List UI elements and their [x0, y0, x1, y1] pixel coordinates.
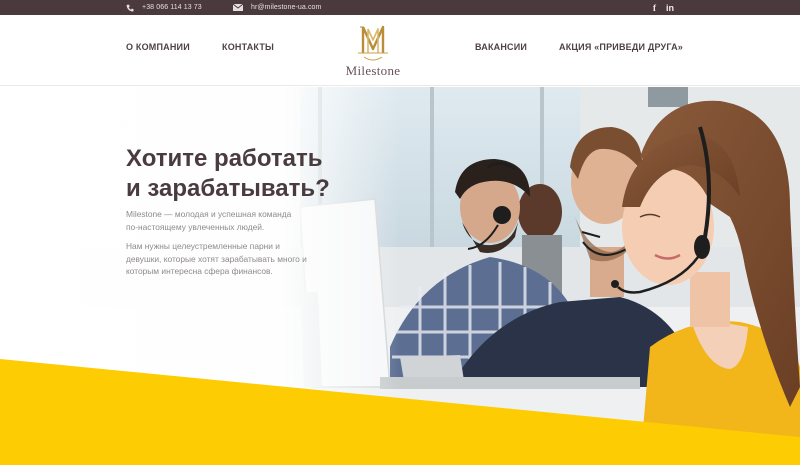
mail-icon: [233, 4, 243, 11]
hero-intro-text: Milestone — молодая и успешная команда п…: [126, 208, 341, 233]
hero-text-line: девушки, которые хотят зарабатывать мног…: [126, 253, 307, 264]
email-contact[interactable]: hr@milestone-ua.com: [233, 0, 321, 15]
hero-title: Хотите работать и зарабатывать?: [126, 144, 330, 204]
logo-text: Milestone: [345, 63, 401, 78]
nav-vacancies[interactable]: ВАКАНСИИ: [475, 42, 527, 52]
phone-contact[interactable]: +38 066 114 13 73: [126, 0, 202, 15]
hero-title-line: и зарабатывать?: [126, 175, 330, 202]
hero-text-line: которым интересна сфера финансов.: [126, 266, 273, 276]
hero-text-line: по-настоящему увлеченных людей.: [126, 221, 265, 232]
linkedin-icon[interactable]: in: [666, 0, 674, 15]
nav-contacts[interactable]: КОНТАКТЫ: [222, 42, 274, 52]
facebook-icon[interactable]: f: [653, 0, 656, 15]
email-address: hr@milestone-ua.com: [251, 4, 322, 11]
top-bar: +38 066 114 13 73 hr@milestone-ua.com f …: [0, 0, 800, 15]
site-logo[interactable]: Milestone: [334, 23, 412, 81]
phone-icon: [126, 4, 134, 12]
hero-section: Хотите работать и зарабатывать? Mileston…: [0, 87, 800, 465]
phone-number: +38 066 114 13 73: [142, 4, 202, 11]
hero-title-line: Хотите работать: [126, 145, 323, 172]
hero-photo: [0, 87, 800, 465]
site-header: О КОМПАНИИ КОНТАКТЫ Milestone ВАКАНСИИ А…: [0, 15, 800, 86]
hero-text-line: Milestone — молодая и успешная команда: [126, 209, 292, 219]
hero-text-line: Нам нужны целеустремленные парни и: [126, 241, 280, 251]
hero-description-text: Нам нужны целеустремленные парни и девуш…: [126, 240, 341, 278]
nav-refer-friend[interactable]: АКЦИЯ «ПРИВЕДИ ДРУГА»: [559, 42, 683, 52]
nav-about[interactable]: О КОМПАНИИ: [126, 42, 190, 52]
logo-monogram-icon: [358, 25, 388, 61]
